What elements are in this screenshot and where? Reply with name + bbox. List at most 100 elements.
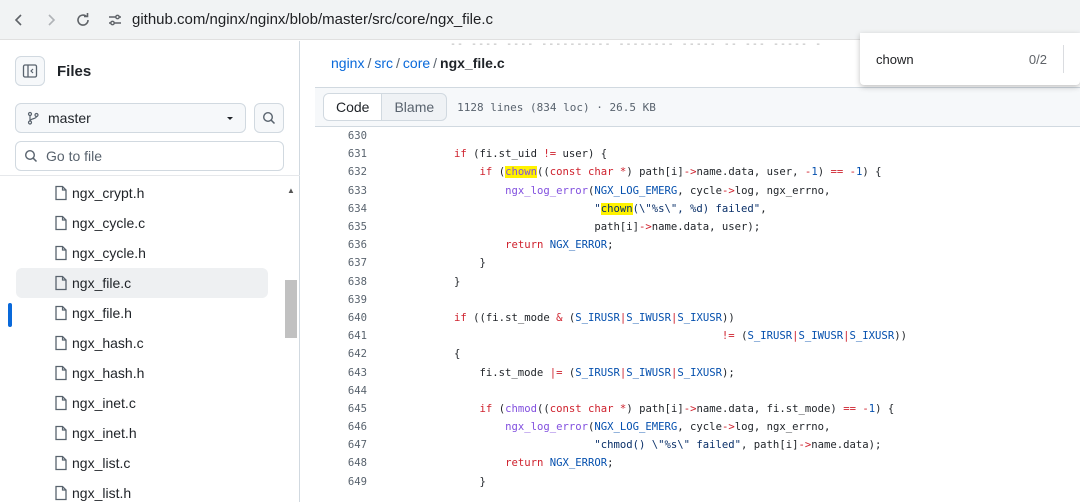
file-icon (55, 215, 67, 231)
line-number[interactable]: 634 (315, 203, 367, 215)
line-number[interactable]: 641 (315, 330, 367, 342)
line-source: } (403, 257, 486, 270)
line-number[interactable]: 640 (315, 312, 367, 324)
line-number[interactable]: 648 (315, 457, 367, 469)
file-icon (55, 305, 67, 321)
file-icon (55, 245, 67, 261)
file-name: ngx_list.c (72, 455, 131, 471)
file-item[interactable]: ngx_cycle.c (16, 208, 268, 238)
line-number[interactable]: 644 (315, 385, 367, 397)
line-number[interactable]: 632 (315, 166, 367, 178)
line-source: if (chmod((const char *) path[i]->name.d… (479, 402, 895, 415)
line-source: ngx_log_error(NGX_LOG_EMERG, cycle->log,… (505, 184, 831, 197)
code-view: -- ---- ---- ---------- -------- ----- -… (315, 39, 1080, 502)
line-number[interactable]: 633 (315, 185, 367, 197)
sidebar-scrollbar[interactable]: ▲ (284, 181, 298, 502)
search-files-button[interactable] (254, 103, 284, 133)
file-name: ngx_crypt.h (72, 185, 145, 201)
code-lines[interactable]: 630 631 if (fi.st_uid != user) {632 if (c… (315, 127, 1080, 502)
file-item[interactable]: ngx_file.h (16, 298, 268, 328)
file-item[interactable]: ngx_hash.c (16, 328, 268, 358)
line-source: } (403, 275, 461, 288)
code-line: 647 "chmod() \"%s\" failed", path[i]->na… (315, 436, 1080, 454)
file-name: ngx_inet.c (72, 395, 136, 411)
code-line: 633 ngx_log_error(NGX_LOG_EMERG, cycle->… (315, 182, 1080, 200)
forward-button[interactable] (38, 7, 64, 33)
code-line: 639 (315, 291, 1080, 309)
file-item[interactable]: ngx_list.h (16, 478, 268, 502)
code-line: 635 path[i]->name.data, user); (315, 218, 1080, 236)
line-number[interactable]: 642 (315, 348, 367, 360)
file-name: ngx_file.c (72, 275, 132, 291)
search-icon (262, 111, 276, 125)
file-item[interactable]: ngx_file.c (16, 268, 268, 298)
scroll-up-arrow-icon[interactable]: ▲ (287, 186, 295, 195)
line-number[interactable]: 636 (315, 239, 367, 251)
reload-icon (77, 12, 89, 26)
find-query-input[interactable]: chown (876, 52, 1029, 67)
sidebar-header: Files (0, 41, 299, 101)
line-number[interactable]: 639 (315, 294, 367, 306)
file-item[interactable]: ngx_hash.h (16, 358, 268, 388)
breadcrumb-file: ngx_file.c (440, 55, 505, 71)
file-icon (55, 185, 67, 201)
back-arrow-icon (14, 13, 22, 26)
line-number[interactable]: 643 (315, 367, 367, 379)
line-number[interactable]: 638 (315, 276, 367, 288)
code-line: 641 != (S_IRUSR|S_IWUSR|S_IXUSR)) (315, 327, 1080, 345)
file-item[interactable]: ngx_inet.h (16, 418, 268, 448)
line-source: if ((fi.st_mode & (S_IRUSR|S_IWUSR|S_IXU… (454, 311, 735, 324)
go-to-file-input[interactable]: Go to file (15, 141, 284, 171)
find-in-page-bar: chown 0/2 (860, 33, 1080, 85)
file-icon (55, 335, 67, 351)
line-number[interactable]: 649 (315, 476, 367, 488)
git-branch-icon (27, 111, 39, 125)
line-number[interactable]: 635 (315, 221, 367, 233)
back-button[interactable] (6, 7, 32, 33)
scroll-thumb[interactable] (285, 280, 297, 338)
file-tree: ngx_crypt.h ngx_cycle.c ngx_cycle.h ngx_fil… (0, 175, 300, 502)
site-settings-icon[interactable] (104, 9, 126, 31)
go-to-file-placeholder: Go to file (46, 148, 103, 164)
file-name: ngx_list.h (72, 485, 132, 501)
file-name: ngx_inet.h (72, 425, 137, 441)
file-name: ngx_cycle.h (72, 245, 146, 261)
line-source: return NGX_ERROR; (505, 457, 614, 470)
code-line: 648 return NGX_ERROR; (315, 454, 1080, 472)
file-item[interactable]: ngx_crypt.h (16, 178, 268, 208)
line-number[interactable]: 637 (315, 257, 367, 269)
file-item[interactable]: ngx_cycle.h (16, 238, 268, 268)
line-source: ngx_log_error(NGX_LOG_EMERG, cycle->log,… (505, 421, 831, 434)
view-mode-toggle: Code Blame (323, 93, 448, 121)
file-name: ngx_cycle.c (72, 215, 146, 231)
code-line: 643 fi.st_mode |= (S_IRUSR|S_IWUSR|S_IXU… (315, 363, 1080, 381)
file-item[interactable]: ngx_inet.c (16, 388, 268, 418)
line-number[interactable]: 647 (315, 439, 367, 451)
file-info: 1128 lines (834 loc) · 26.5 KB (457, 100, 656, 114)
code-line: 645 if (chmod((const char *) path[i]->na… (315, 400, 1080, 418)
file-name: ngx_hash.c (72, 335, 144, 351)
file-name: ngx_hash.h (72, 365, 145, 381)
reload-button[interactable] (70, 7, 96, 33)
code-line: 649 } (315, 473, 1080, 491)
sidebar-title: Files (57, 62, 92, 80)
line-number[interactable]: 646 (315, 421, 367, 433)
line-number[interactable]: 645 (315, 403, 367, 415)
file-toolbar: Code Blame 1128 lines (834 loc) · 26.5 K… (315, 87, 1080, 127)
breadcrumb-repo-link[interactable]: nginx (331, 55, 364, 71)
line-source: return NGX_ERROR; (505, 239, 614, 252)
tab-blame[interactable]: Blame (382, 94, 446, 120)
tab-code[interactable]: Code (324, 94, 383, 120)
line-number[interactable]: 631 (315, 148, 367, 160)
file-icon (55, 275, 67, 291)
forward-arrow-icon (48, 13, 56, 26)
collapse-sidebar-button[interactable] (15, 56, 45, 86)
file-tree-sidebar: Files master Go to file ngx_crypt.h ngx_c… (0, 41, 300, 502)
file-item[interactable]: ngx_list.c (16, 448, 268, 478)
line-number[interactable]: 630 (315, 130, 367, 142)
code-line: 646 ngx_log_error(NGX_LOG_EMERG, cycle->… (315, 418, 1080, 436)
address-bar[interactable]: github.com/nginx/nginx/blob/master/src/c… (104, 9, 493, 31)
breadcrumb-src-link[interactable]: src (374, 55, 393, 71)
breadcrumb-core-link[interactable]: core (403, 55, 430, 71)
branch-selector[interactable]: master (15, 103, 246, 133)
